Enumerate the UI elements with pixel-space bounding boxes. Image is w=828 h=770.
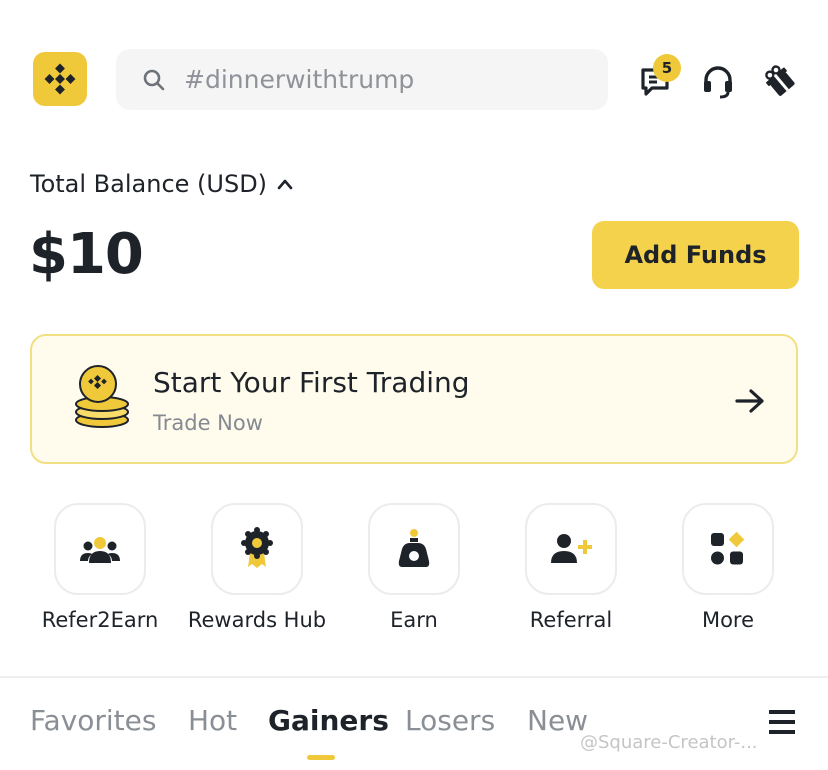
shortcut-label: More <box>701 608 755 632</box>
tab-losers[interactable]: Losers <box>405 704 495 737</box>
shortcut-label: Earn <box>390 608 438 632</box>
shortcut-tile <box>525 503 617 595</box>
arrow-right-icon <box>735 389 764 413</box>
shortcut-tile <box>368 503 460 595</box>
search-icon <box>143 69 165 91</box>
support-headset-icon[interactable] <box>700 64 736 100</box>
tab-hot[interactable]: Hot <box>188 704 237 737</box>
shortcut-tile <box>682 503 774 595</box>
tab-favorites[interactable]: Favorites <box>30 704 156 737</box>
search-bar[interactable] <box>116 49 608 110</box>
menu-icon[interactable] <box>768 708 796 736</box>
shortcut-label: Referral <box>529 608 613 632</box>
total-balance-label[interactable]: Total Balance (USD) <box>30 170 293 198</box>
shortcut-label: Refer2Earn <box>41 608 159 632</box>
tab-new[interactable]: New <box>527 704 588 737</box>
shortcut-label: Rewards Hub <box>187 608 327 632</box>
banner-title: Start Your First Trading <box>153 366 470 399</box>
shortcut-more[interactable]: More <box>658 503 798 632</box>
chevron-up-icon <box>277 179 293 190</box>
banner-subtitle: Trade Now <box>153 411 263 435</box>
notification-badge: 5 <box>653 54 681 82</box>
earn-bag-icon <box>398 529 430 567</box>
binance-logo-icon <box>44 63 76 95</box>
first-trade-banner[interactable]: Start Your First Trading Trade Now <box>30 334 798 464</box>
add-funds-button[interactable]: Add Funds <box>592 221 799 289</box>
shortcut-tile <box>54 503 146 595</box>
tab-gainers[interactable]: Gainers <box>268 704 389 737</box>
active-tab-indicator <box>307 755 335 760</box>
gift-icon[interactable] <box>762 63 798 99</box>
coins-stack-icon <box>75 365 129 428</box>
shortcut-earn[interactable]: Earn <box>344 503 484 632</box>
total-balance-text: Total Balance (USD) <box>30 170 268 198</box>
add-user-icon <box>551 534 592 563</box>
binance-logo[interactable] <box>33 52 87 106</box>
shortcut-rewards-hub[interactable]: Rewards Hub <box>187 503 327 632</box>
shortcut-tile <box>211 503 303 595</box>
shortcut-refer2earn[interactable]: Refer2Earn <box>30 503 170 632</box>
search-input[interactable] <box>184 49 584 110</box>
watermark: @Square-Creator-... <box>580 732 758 753</box>
total-balance-value: $10 <box>29 222 144 287</box>
rewards-medal-icon <box>241 527 273 568</box>
shortcut-referral[interactable]: Referral <box>501 503 641 632</box>
section-divider <box>0 676 828 678</box>
refer-group-icon <box>80 537 120 563</box>
more-grid-icon <box>711 531 745 565</box>
